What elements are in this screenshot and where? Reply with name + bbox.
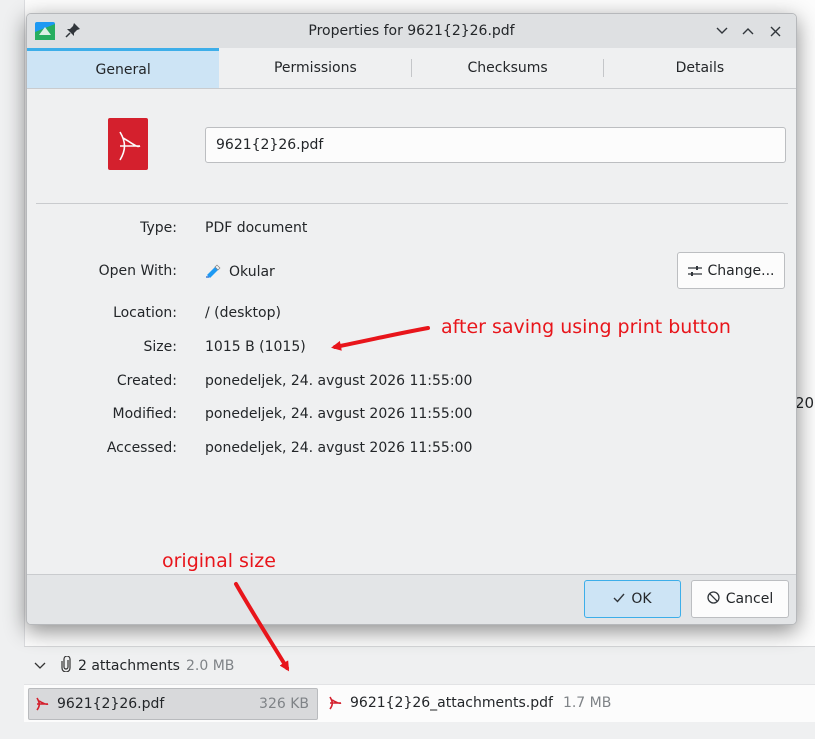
pdf-file-icon — [328, 696, 342, 710]
cancel-button[interactable]: Cancel — [691, 580, 789, 618]
type-label: Type: — [140, 220, 177, 236]
dialog-title: Properties for 9621{2}26.pdf — [308, 23, 515, 39]
chevron-down-icon[interactable] — [713, 22, 731, 40]
tab-checksums[interactable]: Checksums — [412, 48, 604, 88]
tab-permissions[interactable]: Permissions — [219, 48, 412, 88]
close-icon[interactable] — [766, 22, 784, 40]
attachments-count: 2 attachments — [78, 658, 180, 674]
background-text-fragment: 20 — [795, 394, 815, 412]
tab-label: Details — [675, 60, 725, 76]
cancel-button-label: Cancel — [725, 591, 774, 607]
accessed-label: Accessed: — [106, 440, 177, 456]
open-with-app-name: Okular — [229, 264, 275, 280]
chevron-down-icon[interactable] — [34, 659, 48, 673]
attachments-header[interactable]: 2 attachments 2.0 MB — [24, 646, 815, 685]
created-value: ponedeljek, 24. avgust 2026 11:55:00 — [205, 373, 473, 389]
chevron-up-icon[interactable] — [739, 22, 757, 40]
tab-general[interactable]: General — [27, 48, 220, 88]
tab-label: Permissions — [273, 60, 357, 76]
attachment-size: 326 KB — [259, 696, 309, 712]
sliders-icon — [687, 265, 702, 276]
location-label: Location: — [113, 305, 177, 321]
title-bar[interactable]: Properties for 9621{2}26.pdf — [27, 14, 796, 49]
attachment-item[interactable]: 9621{2}26_attachments.pdf 1.7 MB — [322, 688, 662, 718]
accessed-value: ponedeljek, 24. avgust 2026 11:55:00 — [205, 440, 473, 456]
cancel-icon — [707, 590, 720, 608]
modified-label: Modified: — [112, 406, 177, 422]
okular-icon — [205, 263, 221, 279]
pdf-file-icon[interactable] — [108, 118, 148, 170]
attachment-name: 9621{2}26.pdf — [57, 696, 165, 712]
open-with-value: Okular — [205, 263, 275, 280]
pdf-file-icon — [35, 697, 49, 711]
annotation-original-size: original size — [162, 550, 276, 572]
status-strip — [0, 722, 815, 739]
ok-button[interactable]: OK — [584, 580, 681, 618]
location-value: / (desktop) — [205, 305, 281, 321]
paperclip-icon — [58, 655, 74, 676]
filename-input[interactable] — [205, 127, 786, 163]
tab-label: General — [95, 61, 151, 78]
divider — [36, 203, 788, 204]
change-button-label: Change... — [707, 262, 775, 279]
tab-bar: General Permissions Checksums Details — [27, 48, 796, 89]
type-value: PDF document — [205, 220, 308, 236]
annotation-after-saving: after saving using print button — [441, 316, 731, 338]
size-value: 1015 B (1015) — [205, 339, 306, 355]
checkmark-icon — [613, 591, 625, 607]
ok-button-label: OK — [631, 591, 652, 607]
attachment-name: 9621{2}26_attachments.pdf — [350, 695, 553, 711]
attachments-list: 9621{2}26.pdf 326 KB 9621{2}26_attachmen… — [24, 684, 815, 723]
size-label: Size: — [143, 339, 177, 355]
open-with-label: Open With: — [98, 263, 177, 279]
attachment-item[interactable]: 9621{2}26.pdf 326 KB — [28, 688, 318, 720]
attachments-total-size: 2.0 MB — [185, 658, 235, 674]
created-label: Created: — [116, 373, 177, 389]
attachment-size: 1.7 MB — [562, 695, 612, 711]
change-button[interactable]: Change... — [677, 252, 785, 289]
dialog-button-box: OK Cancel — [27, 574, 796, 624]
tab-label: Checksums — [467, 60, 548, 76]
modified-value: ponedeljek, 24. avgust 2026 11:55:00 — [205, 406, 473, 422]
tab-details[interactable]: Details — [604, 48, 796, 88]
